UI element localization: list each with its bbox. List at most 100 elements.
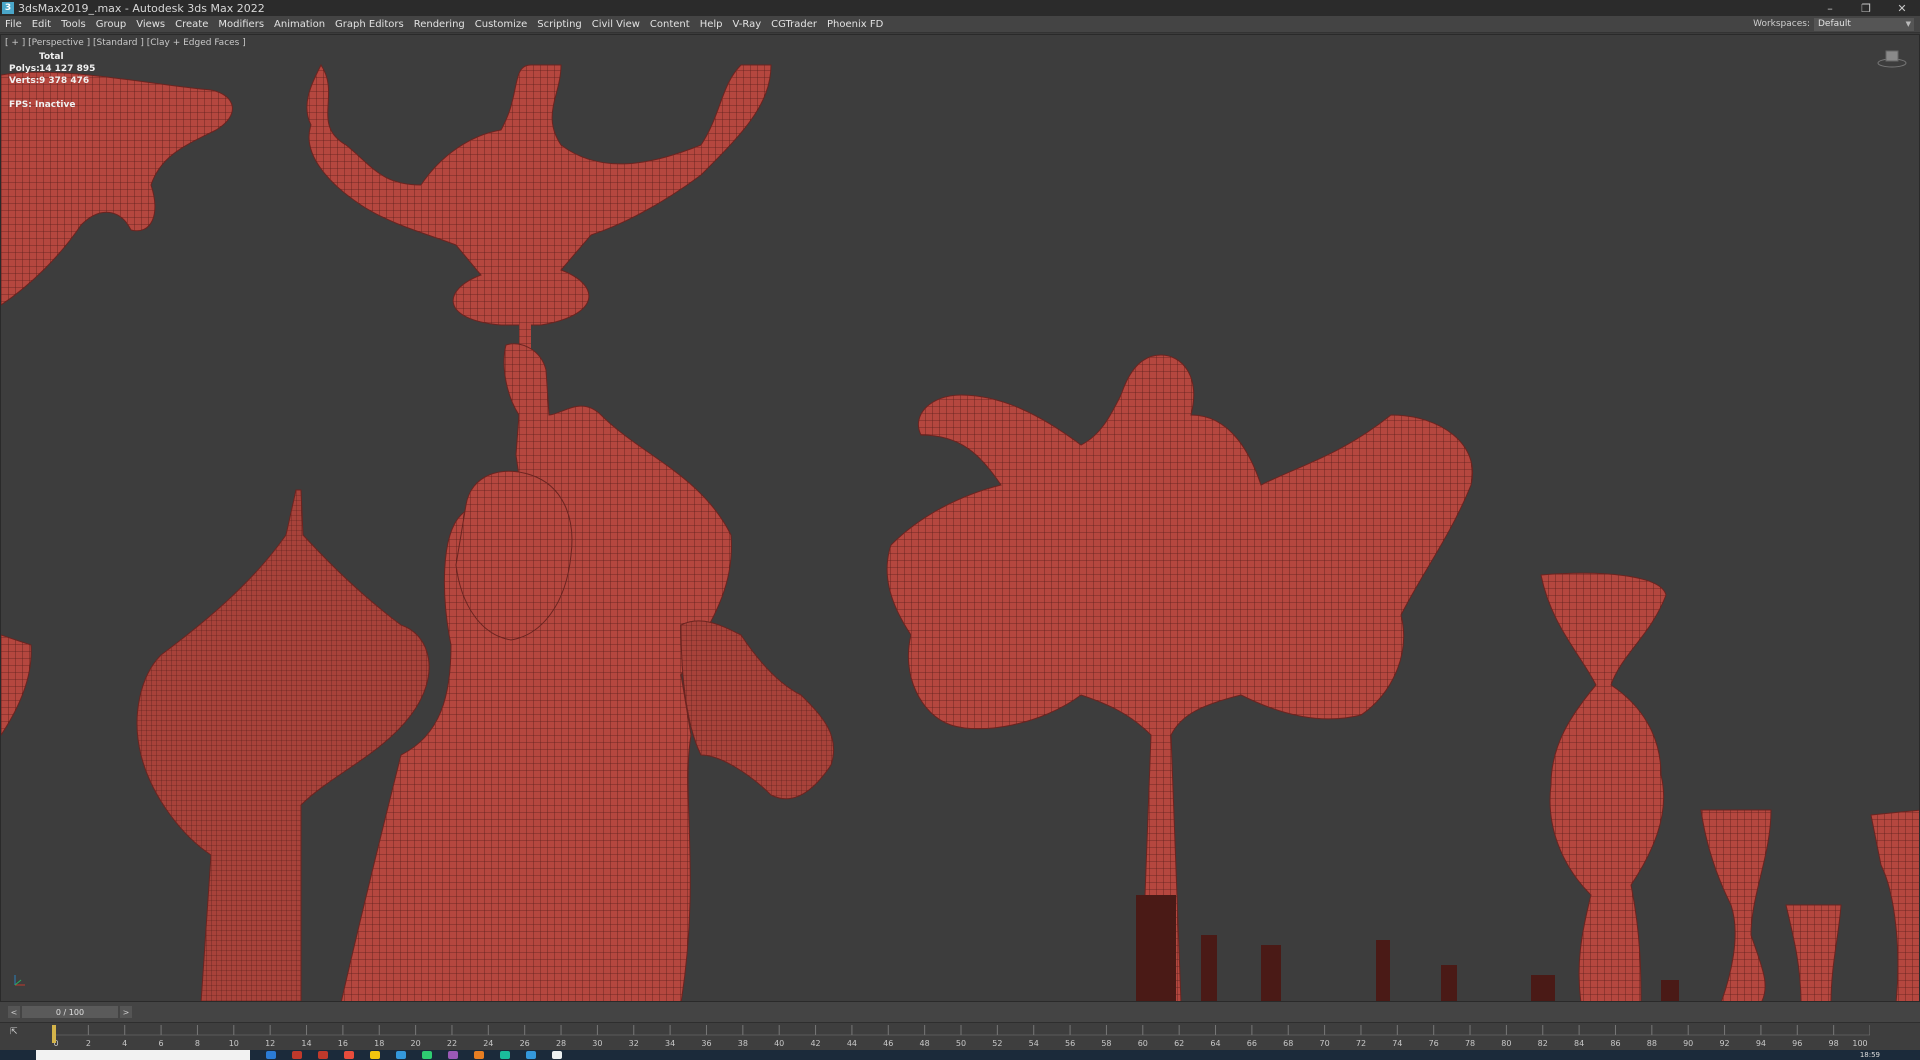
app-window: 3 3dsMax2019_.max - Autodesk 3ds Max 202… [0,0,1920,1060]
shadow-piece [1661,980,1679,1001]
ruler-tick-label: 86 [1610,1039,1620,1048]
menu-cgtrader[interactable]: CGTrader [766,16,822,33]
ruler-tick-label: 32 [629,1039,639,1048]
viewport-label-menu[interactable]: [ + ] [Perspective ] [Standard ] [Clay +… [5,38,246,48]
stats-total-label: Total [39,52,64,62]
taskbar-app-icon[interactable] [370,1051,380,1059]
shadow-piece [1261,945,1281,1001]
right-candelabra-mesh [1540,572,1667,1001]
frame-ruler[interactable]: 0 2 4 6 8 10 12 14 16 18 20 22 24 26 28 30 32 34 36 38 40 42 4… [52,1023,1870,1051]
ruler-tick-label: 40 [774,1039,784,1048]
ruler-tick-label: 4 [122,1039,127,1048]
menu-create[interactable]: Create [170,16,213,33]
taskbar-app-icon[interactable] [266,1051,276,1059]
left-edge-mesh [1,634,32,736]
menu-scripting[interactable]: Scripting [532,16,586,33]
workspace-value: Default [1818,19,1851,29]
shadow-piece [1531,975,1555,1001]
perspective-viewport[interactable]: [ + ] [Perspective ] [Standard ] [Clay +… [0,34,1920,1002]
current-frame-marker[interactable] [52,1025,56,1043]
taskbar-app-icon[interactable] [344,1051,354,1059]
viewcube-icon[interactable] [1877,45,1907,69]
windows-taskbar: 18:59 [0,1050,1920,1060]
menu-modifiers[interactable]: Modifiers [213,16,269,33]
ruler-tick-label: 20 [411,1039,421,1048]
ruler-tick-label: 80 [1501,1039,1511,1048]
taskbar-app-icon[interactable] [422,1051,432,1059]
menu-phoenix-fd[interactable]: Phoenix FD [822,16,888,33]
time-prev-button[interactable]: < [8,1006,20,1018]
ruler-tick-label: 72 [1356,1039,1366,1048]
shadow-piece [1441,965,1457,1001]
ruler-tick-label: 74 [1392,1039,1402,1048]
taskbar-app-icon[interactable] [552,1051,562,1059]
ruler-tick-label: 82 [1538,1039,1548,1048]
menu-tools[interactable]: Tools [56,16,91,33]
minimize-button[interactable]: – [1812,0,1848,16]
ruler-tick-label: 62 [1174,1039,1184,1048]
taskbar-app-icon[interactable] [500,1051,510,1059]
vase-mesh-3 [1870,809,1919,1001]
taskbar-app-icon[interactable] [526,1051,536,1059]
menu-content[interactable]: Content [645,16,695,33]
taskbar-app-icon[interactable] [448,1051,458,1059]
stats-polys-label: Polys: [9,64,40,74]
viewport-fps: FPS: Inactive [9,100,76,110]
fps-label: FPS: [9,100,32,110]
stats-verts-value: 9 378 476 [39,76,90,86]
scene-render [1,64,1919,1001]
ruler-tick-label: 44 [847,1039,857,1048]
menu-animation[interactable]: Animation [269,16,330,33]
taskbar-app-icon[interactable] [396,1051,406,1059]
viewport-statistics: Total Polys: 14 127 895 Verts: 9 378 476 [9,51,95,87]
ruler-tick-label: 14 [301,1039,311,1048]
ruler-tick-label: 94 [1756,1039,1766,1048]
menu-vray[interactable]: V-Ray [728,16,767,33]
ruler-tick-label: 12 [265,1039,275,1048]
menu-graph-editors[interactable]: Graph Editors [330,16,409,33]
ruler-tick-label: 50 [956,1039,966,1048]
fps-value: Inactive [34,100,76,110]
ruler-tick-label: 42 [810,1039,820,1048]
ruler-tick-label: 64 [1210,1039,1220,1048]
close-button[interactable]: ✕ [1884,0,1920,16]
taskbar-app-icon[interactable] [292,1051,302,1059]
taskbar-clock[interactable]: 18:59 [1860,1051,1880,1059]
menu-bar: File Edit Tools Group Views Create Modif… [0,16,1920,33]
ruler-tick-label: 58 [1101,1039,1111,1048]
menu-views[interactable]: Views [131,16,170,33]
ruler-tick-label: 48 [920,1039,930,1048]
stats-verts-label: Verts: [9,76,40,86]
ruler-tick-label: 54 [1029,1039,1039,1048]
ruler-tick-label: 16 [338,1039,348,1048]
time-slider-thumb[interactable]: 0 / 100 [22,1006,118,1018]
taskbar-search-box[interactable] [36,1050,250,1060]
track-bar[interactable]: ⇱ 0 2 4 6 8 10 12 14 16 18 20 22 24 26 28 30 32 34 36 38 40 4… [0,1022,1920,1050]
shadow-piece [1201,935,1217,1001]
taskbar-app-icon[interactable] [318,1051,328,1059]
ruler-tick-label: 90 [1683,1039,1693,1048]
ruler-tick-label: 84 [1574,1039,1584,1048]
ruler-tick-label: 88 [1647,1039,1657,1048]
menu-civil-view[interactable]: Civil View [587,16,645,33]
time-slider-bar: < 0 / 100 > [0,1002,1920,1022]
workspace-dropdown[interactable]: Default ▼ [1814,17,1914,31]
menu-edit[interactable]: Edit [27,16,56,33]
menu-customize[interactable]: Customize [470,16,533,33]
key-mode-icon[interactable]: ⇱ [10,1027,18,1037]
window-title: 3dsMax2019_.max - Autodesk 3ds Max 2022 [18,1,265,15]
title-bar: 3 3dsMax2019_.max - Autodesk 3ds Max 202… [0,0,1920,16]
top-candelabra-mesh [306,64,772,326]
menu-file[interactable]: File [0,16,27,33]
taskbar-app-icon[interactable] [474,1051,484,1059]
ruler-tick-label: 100 [1852,1039,1867,1048]
restore-button[interactable]: ❐ [1848,0,1884,16]
menu-group[interactable]: Group [91,16,131,33]
ruler-tick-label: 8 [195,1039,200,1048]
menu-rendering[interactable]: Rendering [409,16,470,33]
ruler-tick-label: 52 [992,1039,1002,1048]
time-next-button[interactable]: > [120,1006,132,1018]
menu-help[interactable]: Help [695,16,728,33]
3dsmax-app-icon[interactable]: 3 [2,2,14,14]
ruler-tick-label: 98 [1829,1039,1839,1048]
